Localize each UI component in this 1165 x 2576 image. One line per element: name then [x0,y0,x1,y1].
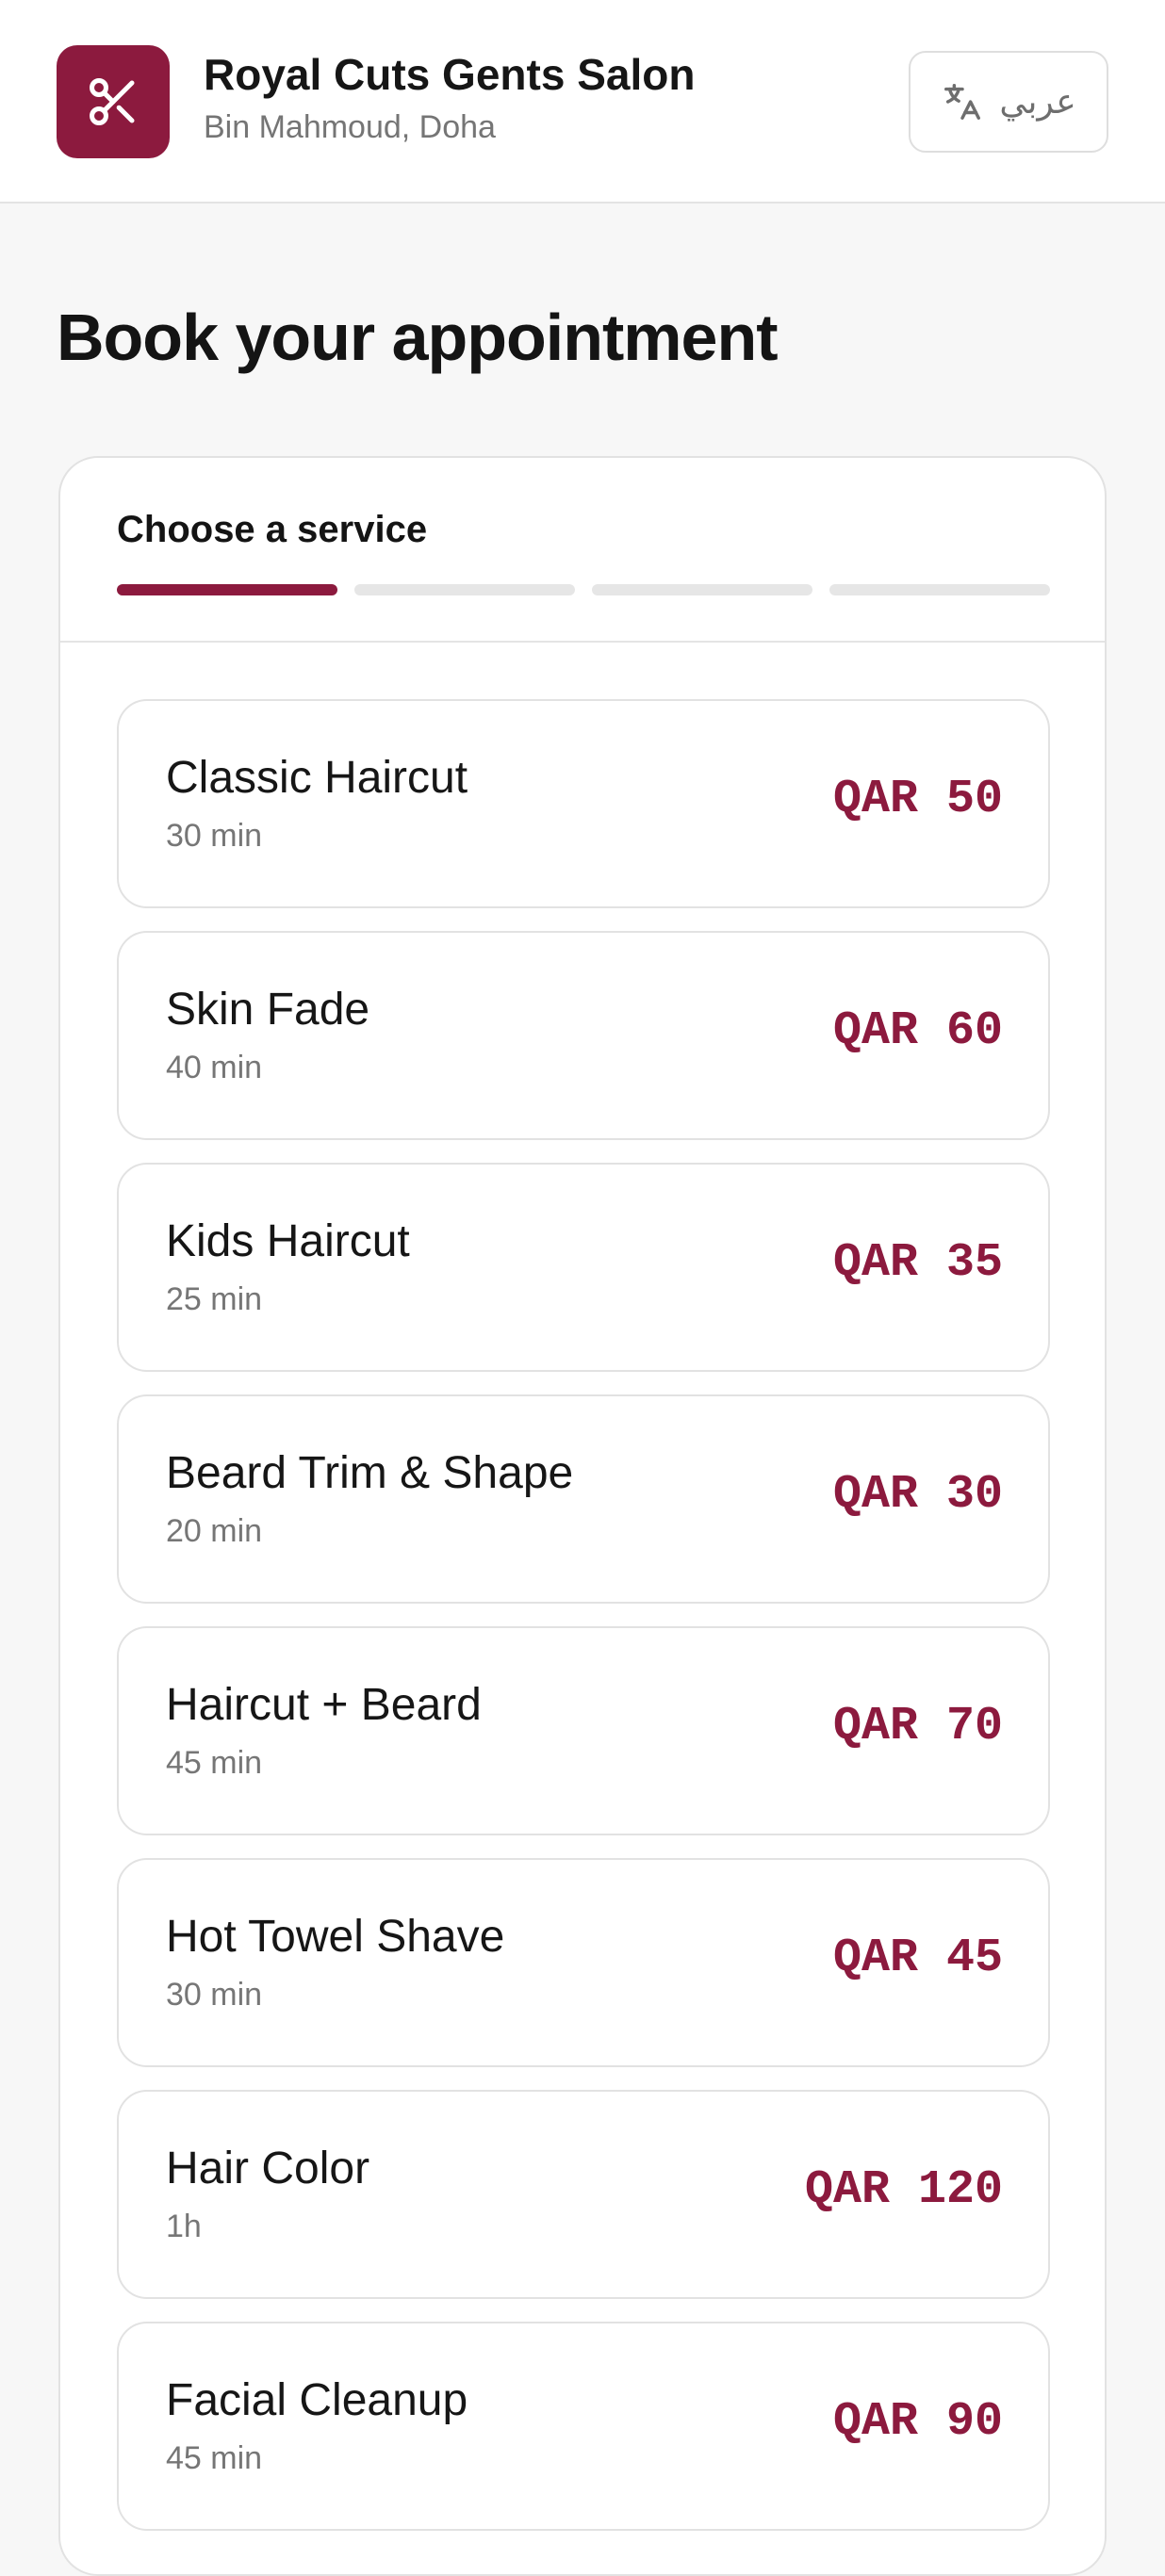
step-indicator-3 [592,584,812,595]
service-name: Facial Cleanup [166,2375,468,2425]
service-item-facial-cleanup[interactable]: Facial Cleanup 45 min QAR 90 [117,2322,1050,2531]
service-price: QAR 60 [832,1004,1003,1058]
service-item-beard-trim[interactable]: Beard Trim & Shape 20 min QAR 30 [117,1394,1050,1604]
service-duration: 45 min [166,1745,263,1781]
service-name: Beard Trim & Shape [166,1448,574,1498]
service-price: QAR 50 [832,773,1003,826]
service-price: QAR 45 [832,1932,1003,1985]
step-indicator-2 [354,584,575,595]
service-duration: 40 min [166,1050,263,1085]
service-name: Haircut + Beard [166,1680,482,1730]
salon-location: Bin Mahmoud, Doha [204,109,496,145]
step-progress [117,584,1050,595]
service-price: QAR 30 [832,1468,1003,1522]
salon-logo [57,45,170,158]
service-item-haircut-beard[interactable]: Haircut + Beard 45 min QAR 70 [117,1626,1050,1835]
service-duration: 1h [166,2209,202,2244]
app-header: Royal Cuts Gents Salon Bin Mahmoud, Doha… [0,0,1165,204]
service-duration: 45 min [166,2440,263,2476]
language-toggle-label: عربي [999,82,1076,122]
service-price: QAR 90 [832,2395,1003,2449]
service-item-kids-haircut[interactable]: Kids Haircut 25 min QAR 35 [117,1163,1050,1372]
service-name: Classic Haircut [166,753,468,803]
service-item-classic-haircut[interactable]: Classic Haircut 30 min QAR 50 [117,699,1050,908]
service-duration: 30 min [166,818,263,854]
service-name: Kids Haircut [166,1216,410,1266]
service-duration: 20 min [166,1513,263,1549]
language-toggle-button[interactable]: عربي [909,51,1108,153]
booking-card: Choose a service Classic Haircut 30 min … [58,456,1107,2576]
service-duration: 25 min [166,1281,263,1317]
service-price: QAR 120 [804,2163,1003,2217]
translate-icon [944,84,981,120]
step-title: Choose a service [117,509,428,550]
service-name: Skin Fade [166,985,370,1035]
service-item-hair-color[interactable]: Hair Color 1h QAR 120 [117,2090,1050,2299]
step-indicator-1 [117,584,337,595]
scissors-icon [90,78,135,125]
service-price: QAR 35 [832,1236,1003,1290]
salon-name: Royal Cuts Gents Salon [204,50,696,99]
service-item-hot-towel-shave[interactable]: Hot Towel Shave 30 min QAR 45 [117,1858,1050,2067]
service-item-skin-fade[interactable]: Skin Fade 40 min QAR 60 [117,931,1050,1140]
service-price: QAR 70 [832,1700,1003,1753]
service-name: Hot Towel Shave [166,1912,505,1962]
service-duration: 30 min [166,1977,263,2013]
page-title: Book your appointment [57,301,779,374]
card-divider [60,641,1105,643]
service-name: Hair Color [166,2144,370,2193]
service-list: Classic Haircut 30 min QAR 50 Skin Fade … [117,699,1050,2553]
step-indicator-4 [829,584,1050,595]
